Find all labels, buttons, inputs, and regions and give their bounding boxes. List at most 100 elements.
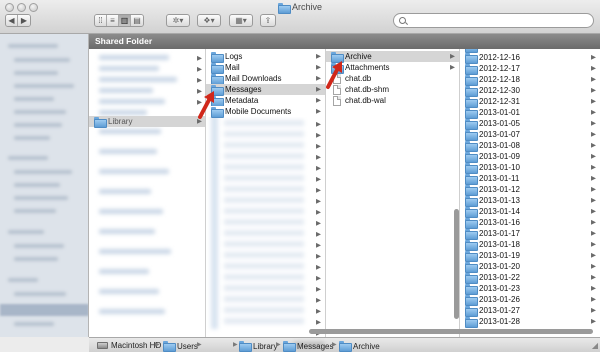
list-item[interactable]: 2013-01-10 ▶ [460,162,600,174]
list-item-label: Logs [225,52,243,61]
list-item[interactable]: 2013-01-14 ▶ [460,206,600,218]
resize-grip-icon[interactable]: ◢ [592,341,598,350]
list-item-label: 2013-01-19 [479,251,520,260]
list-item-label: 2012-12-17 [479,64,520,73]
crumb-label: Library [253,342,278,351]
list-item[interactable]: Mail ▶ [206,62,325,74]
list-item[interactable]: Mobile Documents ▶ [206,106,325,118]
list-item[interactable]: 2013-01-16 ▶ [460,217,600,229]
list-item[interactable]: 2013-01-01 ▶ [460,107,600,119]
path-crumb-archive[interactable]: Archive [339,341,380,352]
list-item-label: 2013-01-27 [479,306,520,315]
folder-icon [465,174,478,185]
list-item[interactable]: 2013-01-11 ▶ [460,173,600,185]
disclosure-arrow-icon: ▶ [591,109,596,116]
list-item[interactable]: chat.db-wal [326,95,459,106]
column-3-scrollbar[interactable] [454,209,459,319]
column-1[interactable]: Library ▶ ▶ ▶ ▶ ▶ ▶ [89,49,206,337]
list-item[interactable]: 2013-01-18 ▶ [460,239,600,251]
folder-icon [465,64,478,75]
list-item[interactable]: 2013-01-19 ▶ [460,250,600,262]
back-button[interactable]: ◀ [6,15,18,26]
list-item-label: Attachments [345,63,390,72]
path-crumb-users[interactable]: Users [163,341,198,352]
folder-icon [465,284,478,295]
sidebar[interactable] [0,34,89,337]
list-item[interactable]: Metadata ▶ [206,95,325,107]
folder-icon [163,341,176,352]
action-menu-button[interactable]: ✲▾ [166,14,190,27]
path-bar: Macintosh HD ▶ Users ▶ ▶ Library ▶ Messa… [89,337,600,352]
share-button[interactable]: ⇪ [260,14,276,27]
list-item-label: 2013-01-07 [479,130,520,139]
list-view-icon[interactable]: ≡ [107,15,119,26]
list-item[interactable]: 2012-12-18 ▶ [460,74,600,86]
folder-icon [211,52,224,63]
folder-icon [94,117,107,128]
path-crumb-macintosh-hd[interactable]: Macintosh HD [97,341,161,351]
arrange-menu-button[interactable]: ▦▾ [229,14,253,27]
folder-icon [465,218,478,229]
list-item-label: 2012-12-16 [479,53,520,62]
list-item[interactable]: 2013-01-23 ▶ [460,283,600,295]
list-item[interactable]: Library ▶ [89,116,205,128]
column-2[interactable]: Logs ▶ Mail ▶ Mail Downloads ▶ Messages … [206,49,326,337]
list-item-label: 2013-01-26 [479,295,520,304]
list-item[interactable]: 2013-01-26 ▶ [460,294,600,306]
folder-icon [465,273,478,284]
folder-icon [465,262,478,273]
list-item-label: 2013-01-20 [479,262,520,271]
list-item[interactable]: 2013-01-07 ▶ [460,129,600,141]
path-crumb-messages[interactable]: Messages [283,341,333,352]
list-item-selected[interactable]: Messages ▶ [206,84,325,96]
disclosure-arrow-icon: ▶ [591,54,596,61]
list-item-label: 2013-01-13 [479,196,520,205]
list-item-label: 2013-01-14 [479,207,520,216]
column-view-icon[interactable]: ▥ [119,15,131,26]
list-item[interactable]: 2013-01-27 ▶ [460,305,600,317]
folder-icon [465,163,478,174]
list-item-label: 2013-01-05 [479,119,520,128]
folder-icon [465,185,478,196]
disclosure-arrow-icon: ▶ [591,219,596,226]
disclosure-arrow-icon: ▶ [316,108,321,115]
list-item[interactable]: Mail Downloads ▶ [206,73,325,85]
red-annotation-arrow-icon [198,91,214,119]
list-item[interactable]: 2012-12-30 ▶ [460,85,600,97]
disclosure-arrow-icon: ▶ [591,142,596,149]
list-item[interactable]: 2013-01-13 ▶ [460,195,600,207]
search-icon [399,17,406,24]
list-item[interactable]: 2013-01-20 ▶ [460,261,600,273]
icon-view-icon[interactable]: ⁞⁞ [95,15,107,26]
crumb-label: Macintosh HD [111,341,162,350]
path-separator-icon: ▶ [276,342,281,348]
list-item[interactable]: 2013-01-28 ▶ [460,316,600,328]
list-item[interactable]: 2012-12-31 ▶ [460,96,600,108]
search-input[interactable] [410,15,590,26]
list-item-label: 2013-01-10 [479,163,520,172]
list-item[interactable]: 2012-12-17 ▶ [460,63,600,75]
list-item-label: Mail [225,63,240,72]
folder-icon [465,86,478,97]
column-3[interactable]: Archive ▶ Attachments ▶ chat.db chat.db-… [326,49,460,337]
path-crumb-library[interactable]: Library [239,341,278,352]
list-item[interactable]: 2012-12-16 ▶ [460,52,600,64]
horizontal-scrollbar[interactable] [309,329,593,334]
crumb-label: Archive [353,342,380,351]
view-mode-control: ⁞⁞ ≡ ▥ ▤ [94,14,144,27]
list-item[interactable]: 2013-01-22 ▶ [460,272,600,284]
dropbox-menu-button[interactable]: ❖▾ [197,14,221,27]
list-item[interactable]: 2013-01-05 ▶ [460,118,600,130]
list-item[interactable]: Logs ▶ [206,51,325,63]
list-item-label: chat.db-wal [345,96,386,105]
list-item[interactable]: 2013-01-17 ▶ [460,228,600,240]
coverflow-view-icon[interactable]: ▤ [131,15,143,26]
column-4[interactable]: 2012-12-05▶2012-12-16▶2012-12-17▶2012-12… [460,49,600,337]
search-field[interactable] [393,13,594,28]
list-item[interactable]: 2013-01-08 ▶ [460,140,600,152]
finder-window: Archive ◀ ▶ ⁞⁞ ≡ ▥ ▤ ✲▾ ❖▾ ▦▾ ⇪ Shared F… [0,0,600,352]
forward-button[interactable]: ▶ [18,15,30,26]
disclosure-arrow-icon: ▶ [591,164,596,171]
list-item[interactable]: 2013-01-09 ▶ [460,151,600,163]
list-item[interactable]: 2013-01-12 ▶ [460,184,600,196]
